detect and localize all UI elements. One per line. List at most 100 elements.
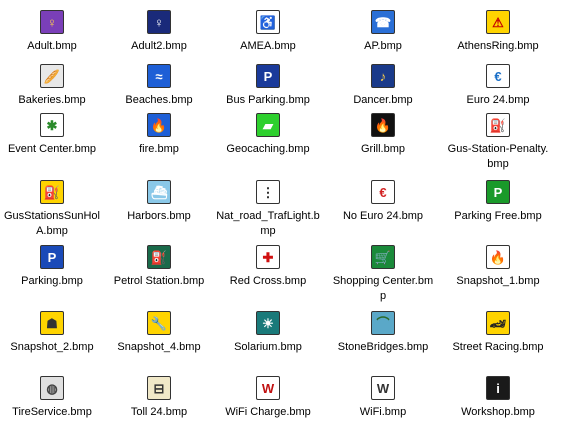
tire-icon[interactable]: ◍	[40, 376, 64, 400]
file-name-label[interactable]: fire.bmp	[106, 142, 212, 157]
file-name-label[interactable]: Solarium.bmp	[215, 340, 321, 355]
icon-glyph: ✚	[262, 249, 274, 265]
file-name-label[interactable]: Snapshot_1.bmp	[445, 274, 551, 289]
icon-glyph: ⋮	[261, 184, 275, 200]
icon-glyph: 🛒	[374, 249, 392, 265]
icon-glyph: 🔥	[374, 117, 392, 133]
adult-icon[interactable]: ♀	[40, 10, 64, 34]
file-name-label[interactable]: WiFi.bmp	[330, 405, 436, 420]
file-name-label[interactable]: Red Cross.bmp	[215, 274, 321, 289]
stone-bridge-icon[interactable]: ⌒	[371, 311, 395, 335]
file-name-label[interactable]: No Euro 24.bmp	[330, 209, 436, 224]
file-name-label[interactable]: Grill.bmp	[330, 142, 436, 157]
icon-glyph: ◍	[46, 380, 58, 396]
file-name-label[interactable]: Workshop.bmp	[445, 405, 551, 420]
icon-glyph: ☎	[374, 14, 392, 30]
file-name-label[interactable]: Bakeries.bmp	[0, 93, 105, 108]
info-icon[interactable]: i	[486, 376, 510, 400]
wifi-icon[interactable]: W	[371, 376, 395, 400]
file-name-label[interactable]: Bus Parking.bmp	[215, 93, 321, 108]
file-name-label[interactable]: Adult2.bmp	[106, 39, 212, 54]
icon-glyph: ⚠	[492, 14, 504, 30]
file-name-label[interactable]: Shopping Center.bmp	[330, 274, 436, 304]
swimmer-icon[interactable]: ≈	[147, 64, 171, 88]
petrol-pump-icon[interactable]: ⛽	[147, 245, 171, 269]
file-name-label[interactable]: Petrol Station.bmp	[106, 274, 212, 289]
solarium-icon[interactable]: ☀	[256, 311, 280, 335]
ship-icon[interactable]: ⛴	[147, 180, 171, 204]
icon-glyph: ⊟	[153, 380, 165, 396]
file-name-label[interactable]: Harbors.bmp	[106, 209, 212, 224]
adult2-icon[interactable]: ♀	[147, 10, 171, 34]
icon-glyph: ⛽	[150, 249, 168, 265]
snapshot-yellow-icon[interactable]: ☗	[40, 311, 64, 335]
icon-glyph: P	[263, 68, 273, 84]
file-name-label[interactable]: Adult.bmp	[0, 39, 105, 54]
file-name-label[interactable]: StoneBridges.bmp	[330, 340, 436, 355]
file-name-label[interactable]: Parking.bmp	[0, 274, 105, 289]
icon-glyph: ⛴	[150, 184, 168, 200]
dancer-icon[interactable]: ♪	[371, 64, 395, 88]
icon-glyph: ≈	[155, 68, 163, 84]
gas-station-penalty-icon[interactable]: ⛽	[486, 113, 510, 137]
race-car-icon[interactable]: 🏎	[486, 311, 510, 335]
icon-glyph: €	[379, 184, 387, 200]
file-name-label[interactable]: Dancer.bmp	[330, 93, 436, 108]
bread-icon[interactable]: 🥖	[40, 64, 64, 88]
icon-glyph: 🔥	[489, 249, 507, 265]
icon-glyph: 🔥	[150, 117, 168, 133]
bus-parking-icon[interactable]: P	[256, 64, 280, 88]
geocaching-icon[interactable]: ▰	[256, 113, 280, 137]
icon-glyph: ♀	[154, 14, 164, 30]
icon-glyph: i	[496, 380, 500, 396]
icon-glyph: W	[376, 380, 390, 396]
file-name-label[interactable]: Geocaching.bmp	[215, 142, 321, 157]
file-name-label[interactable]: Snapshot_2.bmp	[0, 340, 105, 355]
file-name-label[interactable]: Nat_road_TrafLight.bmp	[215, 209, 321, 239]
file-name-label[interactable]: AMEA.bmp	[215, 39, 321, 54]
icon-glyph: P	[47, 249, 57, 265]
phone-icon[interactable]: ☎	[371, 10, 395, 34]
file-name-label[interactable]: Gus-Station-Penalty.bmp	[445, 142, 551, 172]
file-name-label[interactable]: AP.bmp	[330, 39, 436, 54]
icon-glyph: ⛽	[489, 117, 507, 133]
icon-glyph: ☀	[262, 315, 274, 331]
icon-glyph: P	[493, 184, 503, 200]
file-name-label[interactable]: Street Racing.bmp	[445, 340, 551, 355]
warning-triangle-icon[interactable]: ⚠	[486, 10, 510, 34]
wheelchair-icon[interactable]: ♿	[256, 10, 280, 34]
traffic-light-icon[interactable]: ⋮	[256, 180, 280, 204]
icon-glyph: ▰	[263, 117, 273, 133]
no-euro-icon[interactable]: €	[371, 180, 395, 204]
icon-glyph: 🏎	[489, 315, 507, 331]
file-name-label[interactable]: Snapshot_4.bmp	[106, 340, 212, 355]
file-name-label[interactable]: Euro 24.bmp	[445, 93, 551, 108]
file-name-label[interactable]: Event Center.bmp	[0, 142, 105, 157]
wifi-charge-icon[interactable]: W	[256, 376, 280, 400]
event-center-icon[interactable]: ✱	[40, 113, 64, 137]
toll-icon[interactable]: ⊟	[147, 376, 171, 400]
file-name-label[interactable]: Toll 24.bmp	[106, 405, 212, 420]
fire-icon[interactable]: 🔥	[147, 113, 171, 137]
file-name-label[interactable]: Beaches.bmp	[106, 93, 212, 108]
icon-glyph: 🥖	[43, 68, 61, 84]
icon-glyph: ☗	[46, 315, 58, 331]
red-cross-icon[interactable]: ✚	[256, 245, 280, 269]
icon-glyph: 🔧	[150, 315, 168, 331]
parking-icon[interactable]: P	[40, 245, 64, 269]
shopping-cart-icon[interactable]: 🛒	[371, 245, 395, 269]
wrench-icon[interactable]: 🔧	[147, 311, 171, 335]
euro-icon[interactable]: €	[486, 64, 510, 88]
file-name-label[interactable]: Parking Free.bmp	[445, 209, 551, 224]
icon-glyph: ✱	[46, 117, 58, 133]
gas-station-icon[interactable]: ⛽	[40, 180, 64, 204]
parking-free-icon[interactable]: P	[486, 180, 510, 204]
flame-icon[interactable]: 🔥	[486, 245, 510, 269]
icon-glyph: ⌒	[376, 315, 390, 331]
grill-icon[interactable]: 🔥	[371, 113, 395, 137]
file-name-label[interactable]: AthensRing.bmp	[445, 39, 551, 54]
icon-glyph: €	[494, 68, 502, 84]
file-name-label[interactable]: GusStationsSunHolA.bmp	[0, 209, 105, 239]
file-name-label[interactable]: TireService.bmp	[0, 405, 105, 420]
file-name-label[interactable]: WiFi Charge.bmp	[215, 405, 321, 420]
